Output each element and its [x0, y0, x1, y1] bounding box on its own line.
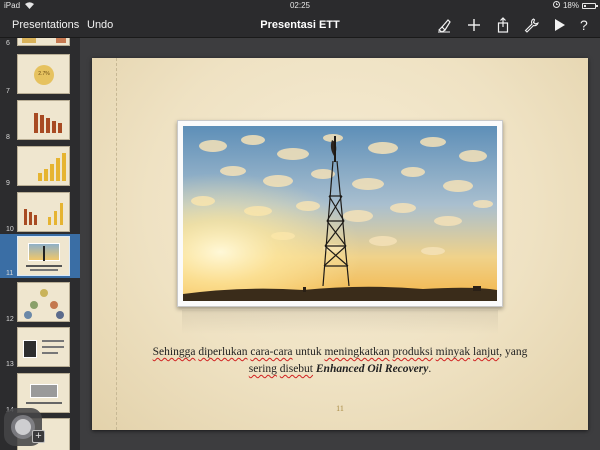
caption-word-misspelled: cara-cara	[250, 346, 293, 358]
slide-number: 10	[6, 226, 14, 233]
slide-thumbnail-13[interactable]: 13	[0, 325, 80, 369]
battery-percent: 18%	[562, 1, 579, 10]
status-time: 02:25	[289, 1, 311, 10]
caption-word-misspelled: diperlukan	[198, 346, 248, 358]
status-bar: iPad 02:25 18%	[0, 0, 600, 12]
wrench-icon[interactable]	[523, 17, 539, 33]
caption-word-misspelled: meningkatkan	[324, 346, 390, 358]
undo-button[interactable]: Undo	[87, 12, 113, 38]
thumbnail-label: 2.7%	[38, 71, 50, 77]
oil-derrick-sunset-image	[183, 126, 497, 301]
slide-page-number: 11	[336, 404, 344, 413]
caption-word-misspelled: sering	[248, 363, 277, 375]
thumbnail-image: 2.7%	[17, 54, 70, 94]
slide-navigator: 6 2.7% 7 8 9 10 11 12 13	[0, 38, 80, 450]
photo-reflection	[182, 310, 498, 334]
caption-text: untuk	[292, 346, 325, 358]
thumbnail-image	[17, 146, 70, 186]
slide-thumbnail-10[interactable]: 10	[0, 190, 80, 234]
caption-word-misspelled: Sehingga	[152, 346, 196, 358]
slide-thumbnail-12[interactable]: 12	[0, 280, 80, 324]
presentations-button[interactable]: Presentations	[12, 12, 79, 38]
slide-canvas: Sehingga diperlukan cara-cara untuk meni…	[80, 38, 600, 450]
caption-text: .	[428, 363, 432, 375]
help-icon[interactable]: ?	[580, 12, 588, 38]
status-right: 18%	[552, 0, 598, 12]
slide-thumbnail-6[interactable]: 6	[0, 38, 80, 48]
plus-icon[interactable]	[466, 17, 482, 33]
thumbnail-image	[17, 38, 70, 46]
slide-photo[interactable]	[177, 120, 503, 307]
thumbnail-image	[17, 100, 70, 140]
slide-number: 6	[6, 40, 10, 47]
slide-number: 11	[6, 270, 14, 277]
play-icon[interactable]	[551, 17, 567, 33]
caption-word-misspelled: produksi	[392, 346, 433, 358]
thumbnail-image	[17, 373, 70, 413]
caption-word-misspelled: minyak	[435, 346, 471, 358]
caption-word-misspelled: disebut	[279, 363, 314, 375]
thumbnail-image	[17, 236, 70, 276]
slide-caption[interactable]: Sehingga diperlukan cara-cara untuk meni…	[152, 344, 528, 378]
margin-guide	[116, 58, 117, 430]
thumbnail-image	[17, 192, 70, 232]
caption-text: , yang	[499, 346, 528, 358]
slide-number: 9	[6, 180, 10, 187]
thumbnail-image	[17, 327, 70, 367]
slide-thumbnail-11[interactable]: 11	[0, 234, 80, 278]
current-slide[interactable]: Sehingga diperlukan cara-cara untuk meni…	[92, 58, 588, 430]
share-icon[interactable]	[495, 17, 511, 33]
slide-number: 12	[6, 316, 14, 323]
caption-emphasis: Enhanced Oil Recovery	[315, 363, 429, 375]
slide-thumbnail-9[interactable]: 9	[0, 144, 80, 188]
caption-word-misspelled: lanjut	[473, 346, 500, 358]
add-slide-button[interactable]: +	[32, 430, 45, 443]
slide-number: 13	[6, 361, 14, 368]
paintbrush-icon[interactable]	[436, 17, 452, 33]
alarm-icon	[552, 0, 560, 12]
slide-number: 7	[6, 88, 10, 95]
toolbar: Presentations Undo Presentasi ETT ?	[0, 12, 600, 38]
thumbnail-image	[17, 282, 70, 322]
slide-thumbnail-7[interactable]: 2.7% 7	[0, 52, 80, 96]
slide-number: 8	[6, 134, 10, 141]
slide-thumbnail-8[interactable]: 8	[0, 98, 80, 142]
battery-icon	[582, 3, 598, 9]
